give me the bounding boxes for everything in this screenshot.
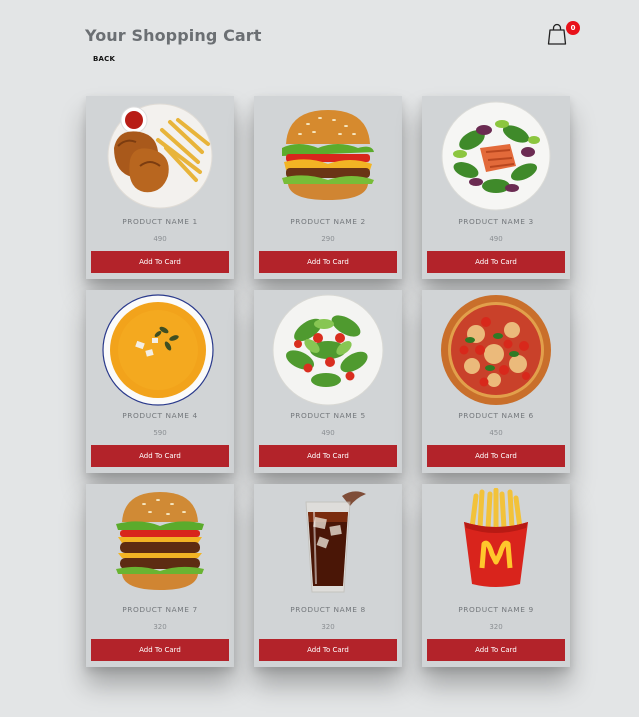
burger-image xyxy=(282,110,374,200)
product-image xyxy=(264,100,392,212)
product-image xyxy=(432,488,560,600)
product-card: PRODUCT NAME 8 320 Add To Card xyxy=(254,484,402,667)
product-price: 450 xyxy=(489,429,503,437)
add-to-cart-button[interactable]: Add To Card xyxy=(259,251,397,273)
product-name: PRODUCT NAME 7 xyxy=(122,605,198,614)
add-to-cart-button[interactable]: Add To Card xyxy=(91,251,229,273)
cart-button[interactable]: 0 xyxy=(545,20,581,46)
cola-glass-image xyxy=(305,491,366,593)
product-image xyxy=(432,294,560,406)
product-card: PRODUCT NAME 4 590 Add To Card xyxy=(86,290,234,473)
product-name: PRODUCT NAME 3 xyxy=(458,217,534,226)
shopping-bag-icon xyxy=(547,23,567,45)
pizza-image xyxy=(441,295,551,405)
product-card: PRODUCT NAME 1 490 Add To Card xyxy=(86,96,234,279)
product-card: PRODUCT NAME 6 450 Add To Card xyxy=(422,290,570,473)
double-burger-image xyxy=(116,492,204,590)
product-image xyxy=(264,294,392,406)
product-name: PRODUCT NAME 4 xyxy=(122,411,198,420)
add-to-cart-button[interactable]: Add To Card xyxy=(91,445,229,467)
product-name: PRODUCT NAME 6 xyxy=(458,411,534,420)
product-name: PRODUCT NAME 9 xyxy=(458,605,534,614)
salmon-salad-image xyxy=(441,101,551,211)
add-to-cart-button[interactable]: Add To Card xyxy=(259,639,397,661)
back-link[interactable]: BACK xyxy=(93,55,115,63)
product-price: 490 xyxy=(321,429,335,437)
product-name: PRODUCT NAME 5 xyxy=(290,411,366,420)
product-price: 490 xyxy=(489,235,503,243)
product-card: PRODUCT NAME 2 290 Add To Card xyxy=(254,96,402,279)
add-to-cart-button[interactable]: Add To Card xyxy=(427,445,565,467)
product-image xyxy=(96,100,224,212)
product-price: 320 xyxy=(321,623,335,631)
product-card: PRODUCT NAME 5 490 Add To Card xyxy=(254,290,402,473)
fried-chicken-image xyxy=(107,103,213,209)
product-name: PRODUCT NAME 2 xyxy=(290,217,366,226)
product-card: PRODUCT NAME 9 320 Add To Card xyxy=(422,484,570,667)
product-image xyxy=(96,294,224,406)
add-to-cart-button[interactable]: Add To Card xyxy=(259,445,397,467)
product-price: 290 xyxy=(321,235,335,243)
product-price: 320 xyxy=(153,623,167,631)
add-to-cart-button[interactable]: Add To Card xyxy=(427,251,565,273)
product-price: 490 xyxy=(153,235,167,243)
product-name: PRODUCT NAME 8 xyxy=(290,605,366,614)
product-price: 590 xyxy=(153,429,167,437)
product-card: PRODUCT NAME 3 490 Add To Card xyxy=(422,96,570,279)
cart-count-badge: 0 xyxy=(566,21,580,35)
pumpkin-soup-image xyxy=(102,294,214,406)
product-grid: PRODUCT NAME 1 490 Add To Card PRODUCT N… xyxy=(86,96,570,667)
product-name: PRODUCT NAME 1 xyxy=(122,217,198,226)
product-image xyxy=(432,100,560,212)
product-image xyxy=(96,488,224,600)
page-title: Your Shopping Cart xyxy=(85,26,262,45)
product-card: PRODUCT NAME 7 320 Add To Card xyxy=(86,484,234,667)
mcdonalds-fries-image xyxy=(464,488,528,587)
product-price: 320 xyxy=(489,623,503,631)
add-to-cart-button[interactable]: Add To Card xyxy=(427,639,565,661)
green-salad-image xyxy=(272,294,384,406)
add-to-cart-button[interactable]: Add To Card xyxy=(91,639,229,661)
product-image xyxy=(264,488,392,600)
